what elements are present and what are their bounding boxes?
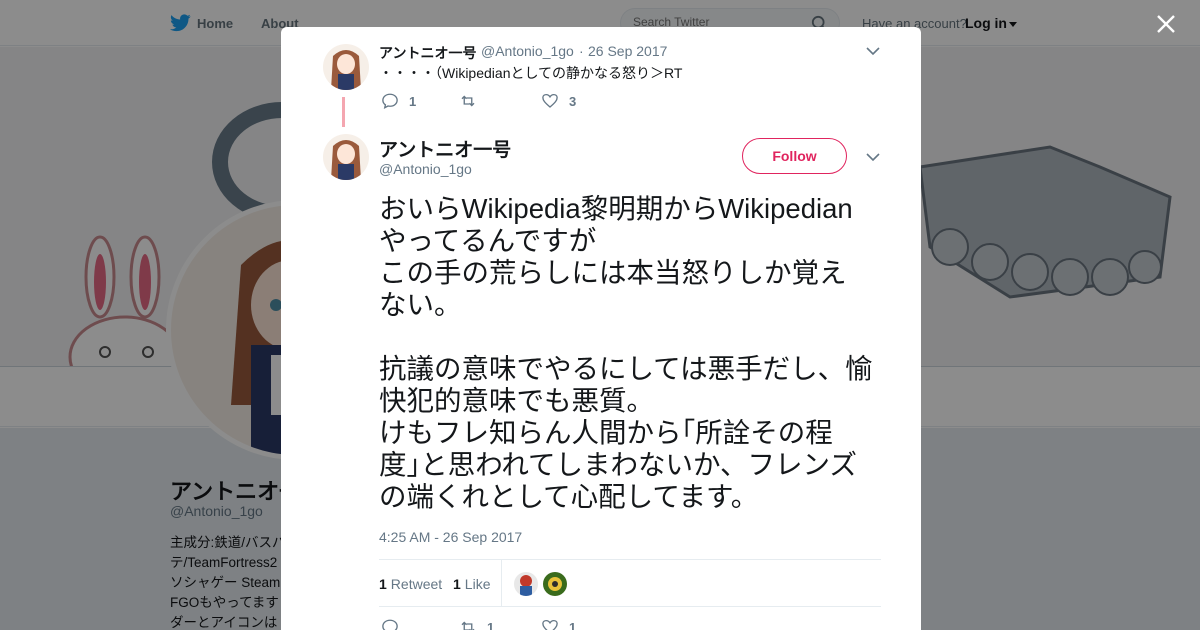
tweet-timestamp[interactable]: 4:25 AM - 26 Sep 2017 xyxy=(379,529,522,545)
tweet-author-handle[interactable]: @Antonio_1go xyxy=(481,43,574,59)
like-count: 1 xyxy=(569,619,577,630)
tweet-permalink-modal: アントニオ一号 @Antonio_1go · 26 Sep 2017 ・・・・（… xyxy=(281,27,921,630)
tweet-text-line: 快犯的意味でも悪質。 xyxy=(379,385,654,416)
heart-icon xyxy=(542,619,558,630)
like-stat-count: 1 xyxy=(453,576,461,592)
tweet-text-line: けもフレ知らん人間から｢所詮その程 xyxy=(379,417,833,448)
close-icon[interactable] xyxy=(1154,12,1178,36)
follow-button[interactable]: Follow xyxy=(742,138,847,174)
tweet-date-link[interactable]: 26 Sep 2017 xyxy=(588,43,667,59)
tweet-text-line: 度｣と思われてしまわないか、フレンズ xyxy=(379,449,857,480)
thread-connector-line xyxy=(342,97,345,127)
avatar[interactable] xyxy=(323,44,369,90)
retweet-stat-label: Retweet xyxy=(390,576,443,592)
like-button[interactable]: 3 xyxy=(541,92,576,110)
tweet-author-name[interactable]: アントニオ一号 xyxy=(379,135,511,162)
stats-divider xyxy=(501,560,502,606)
retweet-stat[interactable]: 1 Retweet xyxy=(379,576,442,592)
retweet-icon xyxy=(461,95,475,107)
liker-avatar[interactable] xyxy=(543,572,567,596)
like-count: 3 xyxy=(569,93,577,109)
retweet-button[interactable]: 1 xyxy=(459,618,494,630)
like-button[interactable]: 1 xyxy=(541,618,576,630)
retweet-stat-count: 1 xyxy=(379,576,387,592)
liker-avatar[interactable] xyxy=(514,572,538,596)
retweet-count: 1 xyxy=(487,619,495,630)
reply-button[interactable] xyxy=(381,618,409,630)
retweet-icon xyxy=(461,621,475,630)
tweet-text: ・・・・（Wikipedianとしての静かなる怒り＞RT xyxy=(379,65,683,81)
tweet-author-name[interactable]: アントニオ一号 xyxy=(379,43,476,63)
reply-count: 1 xyxy=(409,93,417,109)
avatar-illustration xyxy=(331,50,361,90)
tweet-text-line: 抗議の意味でやるにしては悪手だし、愉 xyxy=(379,353,873,384)
reply-icon xyxy=(382,619,398,630)
like-stat[interactable]: 1 Like xyxy=(453,576,490,592)
tweet-text-line: ない。 xyxy=(379,289,462,320)
avatar-illustration xyxy=(520,575,532,596)
tweet-text-line: やってるんですが xyxy=(379,225,597,256)
tweet-text-line: おいらWikipedia黎明期からWikipedian xyxy=(379,193,853,224)
avatar-illustration xyxy=(331,140,361,180)
retweet-button[interactable] xyxy=(459,92,487,110)
chevron-down-icon[interactable] xyxy=(866,46,880,56)
tweet-text-line: の端くれとして心配してます。 xyxy=(379,481,759,512)
reply-icon xyxy=(382,93,398,110)
like-stat-label: Like xyxy=(464,576,491,592)
tweet-stats: 1 Retweet 1 Like xyxy=(379,559,881,607)
avatar-illustration xyxy=(548,577,562,591)
reply-button[interactable]: 1 xyxy=(381,92,416,110)
tweet-text: おいらWikipedia黎明期からWikipedian やってるんですが この手… xyxy=(379,193,889,513)
avatar[interactable] xyxy=(323,134,369,180)
chevron-down-icon[interactable] xyxy=(866,152,880,162)
tweet-meta-separator: · xyxy=(579,43,584,59)
tweet-text-line: この手の荒らしには本当怒りしか覚え xyxy=(379,257,847,288)
heart-icon xyxy=(542,93,558,108)
tweet-author-handle[interactable]: @Antonio_1go xyxy=(379,161,472,177)
